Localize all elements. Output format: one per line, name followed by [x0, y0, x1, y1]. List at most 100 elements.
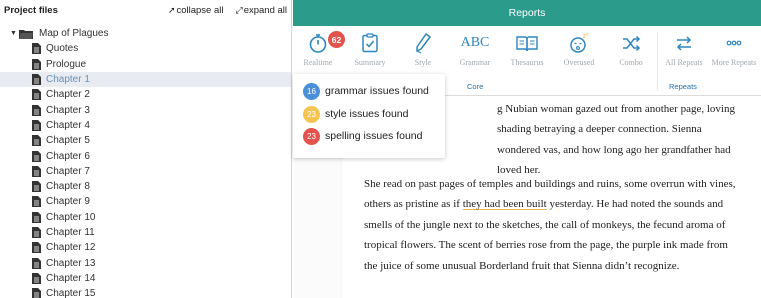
grammar-issues-label: grammar issues found [325, 85, 429, 97]
document-icon [32, 288, 41, 298]
spelling-issues-label: spelling issues found [325, 130, 423, 142]
tree-item-label: Chapter 10 [46, 211, 96, 223]
document-icon [32, 257, 41, 269]
tree-item-label: Chapter 14 [46, 272, 96, 284]
tree-item[interactable]: Chapter 3 [0, 102, 291, 117]
tree-item-label: Chapter 12 [46, 242, 96, 254]
document-icon [32, 58, 41, 70]
tree-item[interactable]: Chapter 8 [0, 179, 291, 194]
expand-icon: ⤢ [235, 4, 243, 15]
tree-item[interactable]: Chapter 2 [0, 87, 291, 102]
tree-item[interactable]: Chapter 5 [0, 133, 291, 148]
grammar-label: Grammar [459, 58, 491, 67]
grammar-issues-row[interactable]: 16 grammar issues found [303, 82, 429, 100]
paragraph-1: g Nubian woman gazed out from another pa… [497, 103, 735, 177]
reports-title: Reports [508, 7, 546, 19]
tree-item[interactable]: Chapter 15 [0, 286, 291, 298]
realtime-count-badge: 62 [328, 31, 345, 48]
tree-item-label: Chapter 1 [46, 74, 90, 86]
paragraph-2: She read on past pages of temples and bu… [364, 178, 736, 272]
tree-item[interactable]: Quotes [0, 41, 291, 56]
document-icon [32, 43, 41, 55]
tree-item[interactable]: Chapter 9 [0, 194, 291, 209]
style-label: Style [414, 58, 432, 67]
document-icon [32, 150, 41, 162]
tree-item[interactable]: Chapter 7 [0, 164, 291, 179]
document-icon [32, 272, 41, 284]
document-icon [32, 211, 41, 223]
overused-label: Overused [563, 58, 595, 67]
ellipsis-icon [726, 40, 742, 46]
thesaurus-label: Thesaurus [510, 58, 544, 67]
thesaurus-button[interactable]: Thesaurus [501, 32, 553, 67]
reports-header: Reports [293, 0, 761, 26]
document-icon [32, 74, 41, 86]
tree-item[interactable]: Chapter 12 [0, 240, 291, 255]
document-icon [32, 181, 41, 193]
more-repeats-button[interactable]: More Repeats [708, 32, 760, 67]
spelling-count-badge: 23 [303, 127, 320, 145]
expand-all-button[interactable]: ⤢expand all [235, 5, 287, 16]
document-icon [32, 104, 41, 116]
pen-icon [416, 33, 431, 54]
style-issues-row[interactable]: 23 style issues found [303, 105, 408, 123]
tree-item-label: Quotes [46, 43, 79, 55]
document-icon [32, 89, 41, 101]
collapse-all-button[interactable]: ➚collapse all [168, 5, 224, 16]
grammar-button[interactable]: ABC Grammar [449, 32, 501, 67]
stopwatch-icon [309, 34, 327, 53]
project-files-title: Project files [4, 4, 58, 16]
tree-item[interactable]: Chapter 11 [0, 225, 291, 240]
tree-item-label: Chapter 3 [46, 104, 90, 116]
project-files-panel: Project files ➚collapse all ⤢expand all … [0, 0, 292, 298]
tree-item-label: Chapter 8 [46, 181, 90, 193]
sleepy-face-icon: z z [570, 32, 589, 53]
project-files-header: Project files ➚collapse all ⤢expand all [0, 0, 291, 20]
tree-item-label: Chapter 13 [46, 257, 96, 269]
combo-label: Combo [619, 58, 643, 67]
document-icon [32, 165, 41, 177]
tree-item[interactable]: Chapter 4 [0, 118, 291, 133]
clipboard-icon [362, 33, 378, 53]
tree-item[interactable]: Chapter 10 [0, 210, 291, 225]
tree-item[interactable]: Chapter 14 [0, 271, 291, 286]
summary-label: Summary [354, 58, 386, 67]
tree-root-label: Map of Plagues [39, 28, 109, 40]
book-icon [516, 36, 538, 52]
document-icon [32, 135, 41, 147]
shuffle-icon [623, 35, 641, 52]
style-button[interactable]: Style [397, 32, 449, 67]
document-icon [32, 227, 41, 238]
document-icon [32, 196, 41, 208]
flagged-phrase[interactable]: they had been built [463, 198, 547, 210]
style-count-badge: 23 [303, 105, 320, 123]
spelling-issues-row[interactable]: 23 spelling issues found [303, 127, 422, 145]
abc-icon: ABC [460, 35, 490, 50]
summary-button[interactable]: Summary [344, 32, 396, 67]
tree-item-label: Chapter 4 [46, 119, 90, 131]
style-issues-label: style issues found [325, 108, 409, 120]
tree-item-label: Chapter 9 [46, 196, 90, 208]
document-icon [32, 242, 41, 254]
document-icon [32, 119, 41, 131]
tree-item[interactable]: Chapter 1 [0, 71, 291, 88]
tree-item[interactable]: Chapter 6 [0, 148, 291, 163]
realtime-label: Realtime [303, 58, 333, 67]
tree-item[interactable]: Prologue [0, 57, 291, 72]
grammar-count-badge: 16 [303, 82, 320, 100]
core-group-label: Core [467, 82, 484, 91]
all-repeats-button[interactable]: All Repeats [658, 32, 710, 67]
tree-root-folder[interactable]: ▼ Map of Plagues [0, 26, 291, 41]
realtime-issues-popup: 16 grammar issues found 23 style issues … [293, 74, 445, 158]
collapse-icon: ➚ [167, 4, 176, 15]
file-tree: ▼ Map of Plagues Quotes Prologue Chapter 1… [0, 26, 291, 298]
tree-item-label: Chapter 6 [46, 150, 90, 162]
tree-item-label: Chapter 11 [46, 227, 95, 238]
repeat-arrows-icon [676, 36, 692, 51]
combo-button[interactable]: Combo [605, 32, 657, 67]
all-repeats-label: All Repeats [665, 58, 703, 67]
tree-item[interactable]: Chapter 13 [0, 255, 291, 270]
tree-item-label: Chapter 2 [46, 89, 90, 101]
overused-button[interactable]: z z Overused [553, 32, 605, 67]
caret-down-icon[interactable]: ▼ [10, 30, 17, 37]
